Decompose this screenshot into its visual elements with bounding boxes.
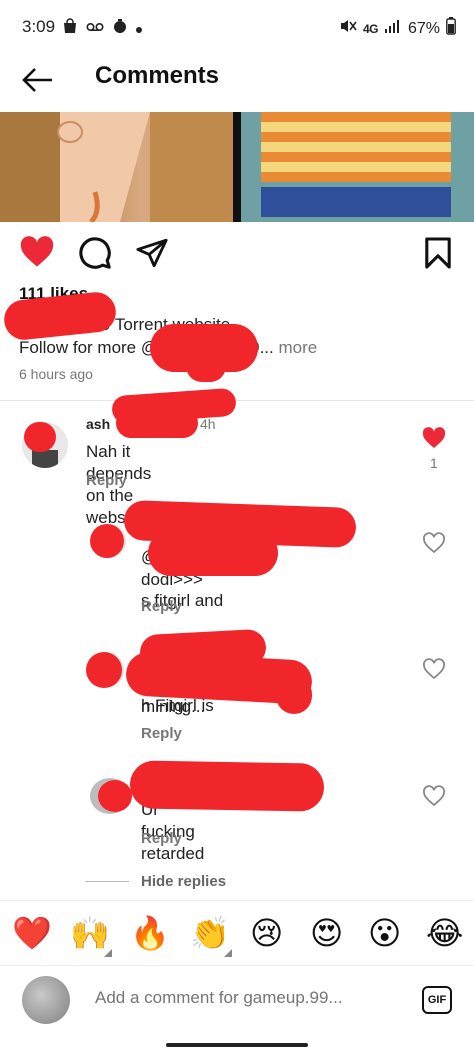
gif-button[interactable]: GIF [422, 986, 452, 1014]
reply-button[interactable]: Reply [86, 472, 127, 489]
comment-like-button[interactable] [422, 532, 446, 554]
signal-icon [384, 19, 402, 38]
caption-line-2-prefix: Follow for more @ [19, 338, 159, 357]
comment-text-line-2: mining... [141, 697, 206, 716]
reply-button[interactable]: Reply [141, 725, 182, 742]
post-image[interactable] [0, 112, 474, 224]
back-button[interactable] [18, 62, 58, 98]
emoji-crying-face[interactable]: 😢 [250, 915, 283, 951]
caption-more-link[interactable]: more [278, 338, 317, 357]
page-title: Comments [95, 62, 220, 89]
hide-replies-line [85, 881, 129, 882]
image-divider [233, 112, 241, 222]
heart-filled-icon [20, 236, 54, 267]
reply-button[interactable]: Reply [141, 598, 182, 615]
gif-label: GIF [427, 994, 447, 1006]
emoji-fire[interactable]: 🔥 [130, 915, 170, 951]
skin-tone-indicator-icon [224, 949, 232, 957]
back-arrow-icon [22, 68, 52, 92]
redaction-mark [186, 350, 226, 382]
comment-username[interactable]: ash [86, 416, 110, 432]
skin-tone-indicator-icon [104, 949, 112, 957]
reply-button[interactable]: Reply [141, 830, 182, 847]
post-image-left-panel [0, 112, 233, 224]
status-bar: 3:09 4G 67% [0, 0, 474, 52]
redaction-mark [116, 408, 198, 438]
comment-button[interactable] [78, 236, 112, 275]
bookmark-icon [425, 237, 451, 269]
hide-replies-label: Hide replies [141, 873, 227, 890]
comment-like-button[interactable] [422, 658, 446, 680]
post-actions [0, 232, 474, 276]
own-avatar[interactable] [22, 976, 70, 1024]
voicemail-icon [86, 20, 104, 38]
like-button[interactable] [19, 236, 55, 273]
redaction-mark [129, 760, 325, 812]
emoji-heart-eyes[interactable]: 😍 [310, 915, 343, 951]
emoji-surprised-face[interactable]: 😮 [368, 915, 401, 951]
comment-input[interactable] [95, 988, 395, 1008]
status-right-icons: 4G 67% [339, 17, 456, 40]
heart-outline-icon [423, 785, 445, 807]
save-button[interactable] [424, 236, 452, 275]
comment-bubble-icon [79, 237, 111, 269]
redaction-mark [276, 676, 312, 714]
heart-outline-icon [423, 532, 445, 554]
comment-time: 4h [200, 416, 216, 432]
heart-filled-icon [422, 427, 446, 448]
emoji-tears-of-joy[interactable]: 😂 [426, 915, 463, 951]
emoji-raising-hands[interactable]: 🙌 [70, 915, 110, 951]
network-type: 4G [362, 21, 379, 36]
post-time: 6 hours ago [19, 366, 93, 382]
share-button[interactable] [135, 236, 169, 275]
dot-icon [136, 20, 142, 38]
emoji-red-heart[interactable]: ❤️ [12, 915, 52, 951]
post-image-right-panel [241, 112, 474, 222]
redaction-mark [86, 652, 122, 688]
redaction-mark [148, 530, 278, 576]
emoji-clapping-hands[interactable]: 👏 [190, 915, 230, 951]
divider [0, 400, 474, 401]
heart-outline-icon [423, 658, 445, 680]
comment-like-count: 1 [430, 455, 438, 471]
paper-plane-icon [136, 238, 168, 268]
shopping-bag-icon [62, 18, 78, 39]
redaction-mark [90, 524, 124, 558]
timer-icon [112, 18, 128, 39]
home-indicator[interactable] [166, 1043, 308, 1047]
app-bar: Comments [0, 52, 474, 110]
battery-icon [446, 17, 456, 40]
status-notification-icons [62, 18, 142, 39]
redaction-mark [24, 422, 56, 452]
battery-percent: 67% [407, 19, 440, 37]
redaction-mark [98, 780, 132, 812]
mute-icon [339, 18, 357, 39]
status-time: 3:09 [22, 17, 56, 36]
comment-composer: GIF [0, 968, 474, 1038]
emoji-quick-bar: ❤️ 🙌 🔥 👏 😢 😍 😮 😂 [0, 900, 474, 966]
comment-like-button[interactable] [422, 785, 446, 807]
comment-like-button[interactable] [422, 427, 446, 449]
hide-replies-button[interactable]: Hide replies [85, 873, 226, 890]
